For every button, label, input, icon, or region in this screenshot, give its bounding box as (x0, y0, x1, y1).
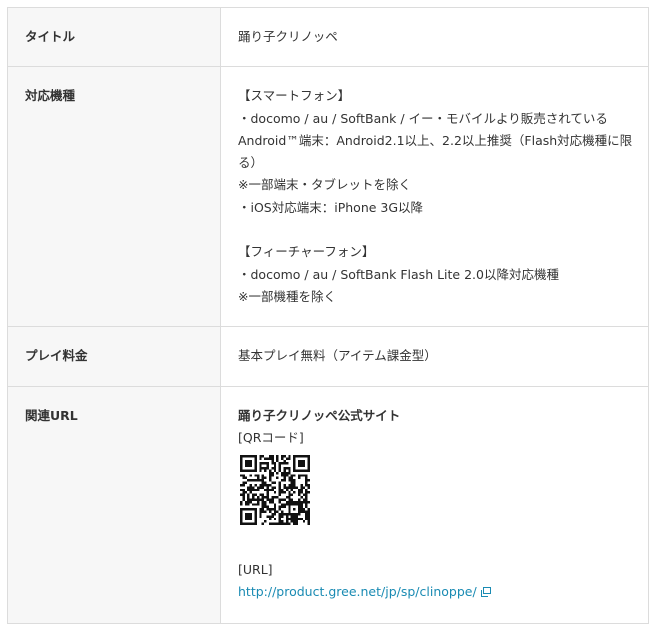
table-row: 対応機種 【スマートフォン】 ・docomo / au / SoftBank /… (7, 66, 649, 328)
qr-label: [QRコード] (238, 429, 304, 445)
row-value-url: 踊り子クリノッペ公式サイト [QRコード] [URL] http://produ… (220, 385, 649, 624)
compatible-line: ※一部機種を除く (238, 288, 336, 304)
compatible-line: Android™端末：Android2.1以上、2.2以上推奨（Flash対応機… (238, 132, 633, 148)
qr-code-icon (240, 455, 310, 526)
external-link-icon[interactable] (480, 582, 491, 604)
row-header-url: 関連URL (7, 385, 221, 624)
compatible-line: ・docomo / au / SoftBank / イー・モバイルより販売されて… (238, 110, 608, 126)
table-row: プレイ料金 基本プレイ無料（アイテム課金型） (7, 326, 649, 387)
row-value-title: 踊り子クリノッペ (220, 6, 649, 68)
compatible-line: ・docomo / au / SoftBank Flash Lite 2.0以降… (238, 266, 559, 282)
url-label: [URL] (238, 562, 273, 578)
compatible-line: ・iOS対応端末：iPhone 3G以降 (238, 199, 424, 215)
row-header-title: タイトル (7, 6, 221, 68)
row-value-price: 基本プレイ無料（アイテム課金型） (220, 326, 649, 387)
info-table: タイトル 踊り子クリノッペ 対応機種 【スマートフォン】 ・docomo / a… (7, 6, 649, 624)
row-header-price: プレイ料金 (7, 326, 221, 387)
row-value-compatible: 【スマートフォン】 ・docomo / au / SoftBank / イー・モ… (220, 66, 649, 328)
official-site-link[interactable]: http://product.gree.net/jp/sp/clinoppe/ (238, 584, 477, 599)
table-row: タイトル 踊り子クリノッペ (7, 6, 649, 68)
compatible-line: 【フィーチャーフォン】 (238, 244, 375, 260)
compatible-line: 【スマートフォン】 (238, 88, 351, 104)
table-row: 関連URL 踊り子クリノッペ公式サイト [QRコード] [URL] http:/… (7, 385, 649, 624)
url-line: http://product.gree.net/jp/sp/clinoppe/ (238, 581, 638, 604)
compatible-line: ※一部端末・タブレットを除く (238, 177, 411, 193)
row-header-compatible: 対応機種 (7, 66, 221, 328)
compatible-line: る） (238, 155, 264, 171)
site-name: 踊り子クリノッペ公式サイト (238, 407, 401, 423)
